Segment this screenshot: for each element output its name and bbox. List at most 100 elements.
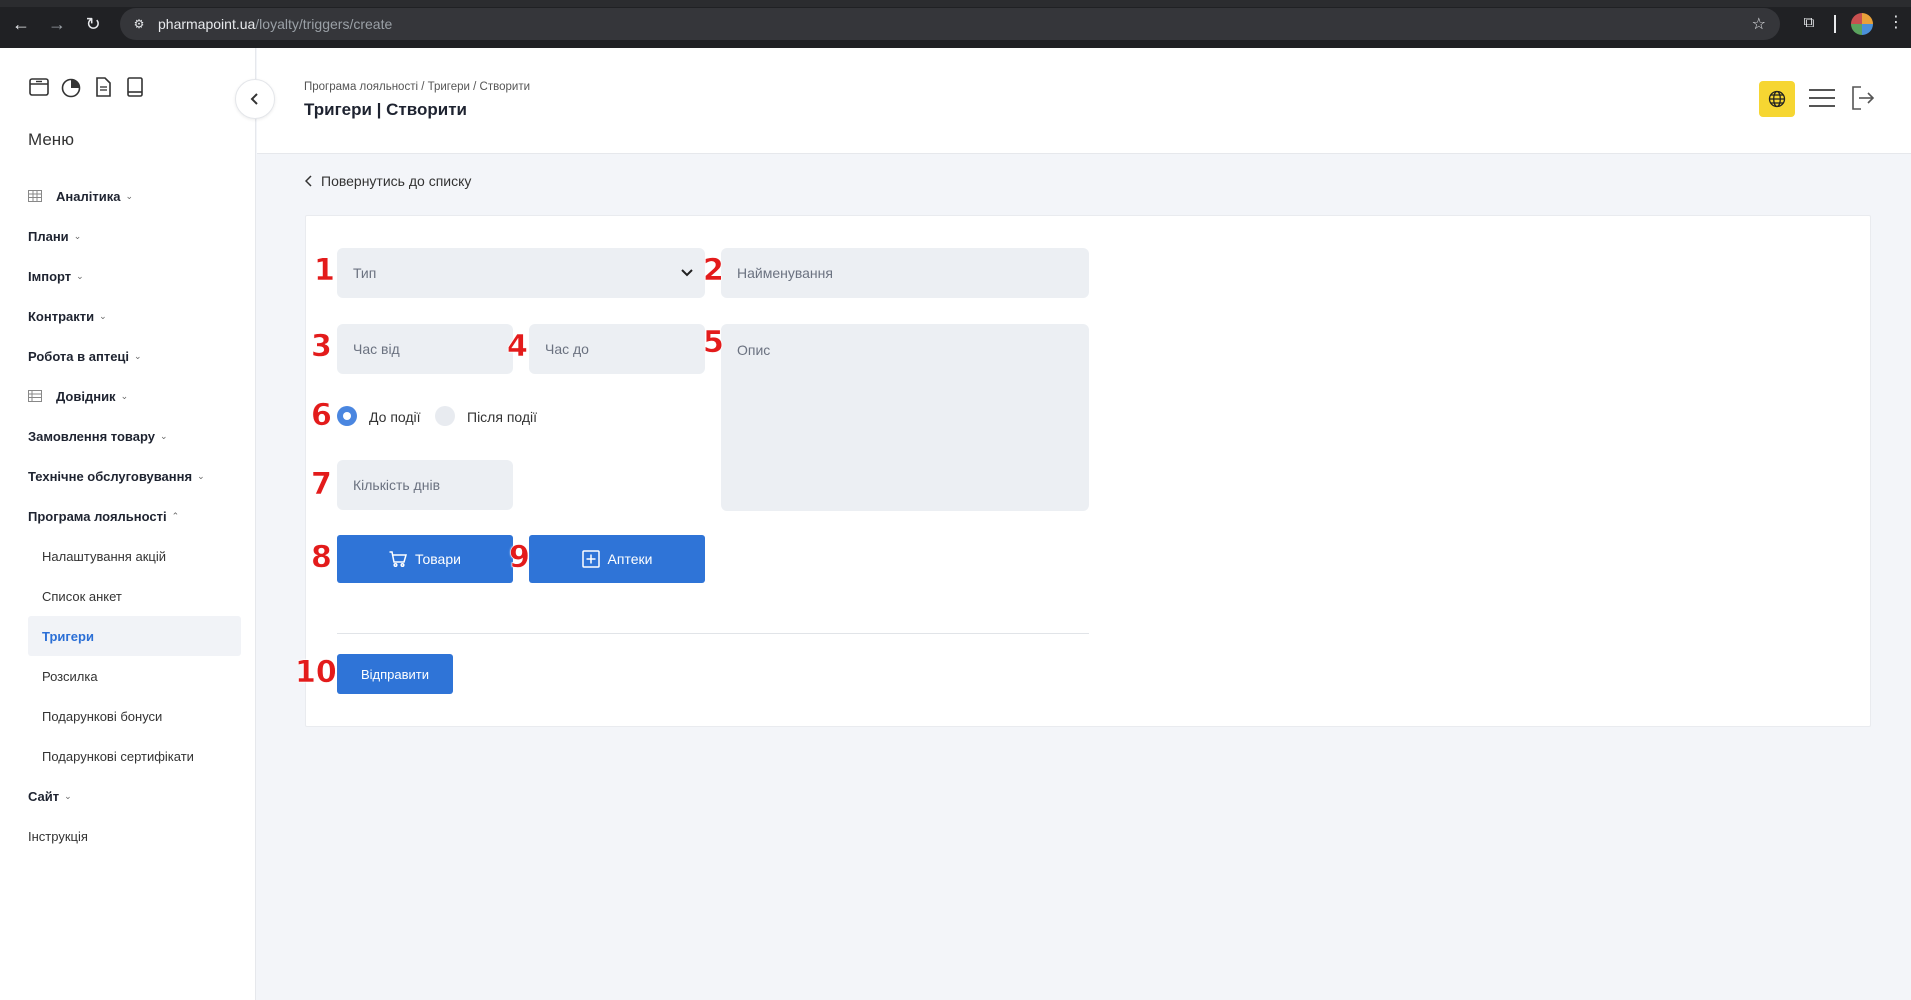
days-count-input[interactable]: Кількість днів — [337, 460, 513, 510]
chevron-down-icon: ⌄ — [160, 430, 168, 441]
url-path: /loyalty/triggers/create — [255, 16, 393, 32]
goods-button-label: Товари — [415, 551, 461, 567]
days-count-placeholder: Кількість днів — [353, 477, 441, 493]
annotation-2: 2 — [703, 253, 724, 288]
annotation-7: 7 — [311, 467, 332, 502]
sidebar-item-maintenance[interactable]: Технічне обслуговування ⌄ — [0, 456, 256, 496]
sidebar-item-analytics[interactable]: Аналітика ⌄ — [0, 176, 256, 216]
plus-square-icon — [581, 550, 600, 568]
annotation-8: 8 — [311, 540, 332, 575]
sidebar-collapse-button[interactable] — [235, 79, 275, 119]
list-icon — [28, 390, 42, 402]
sidebar-item-label: Програма лояльності — [28, 508, 167, 524]
sidebar-item-label: Контракти — [28, 308, 95, 324]
chevron-up-icon: ⌃ — [171, 510, 180, 521]
breadcrumb: Програма лояльності / Тригери / Створити — [304, 81, 531, 93]
goods-button[interactable]: Товари — [337, 535, 513, 583]
sidebar-nav: Аналітика ⌄ Плани ⌄ Імпорт ⌄ Контракти ⌄ Роб… — [0, 176, 256, 856]
sidebar-item-label: Плани — [28, 228, 69, 244]
annotation-6: 6 — [311, 398, 332, 433]
back-to-list-link[interactable]: Повернутись до списку — [305, 173, 471, 189]
tab-strip — [0, 0, 1911, 7]
site-info-icon[interactable]: ⚙ — [130, 15, 148, 33]
chevron-down-icon: ⌄ — [76, 270, 84, 281]
back-arrow-icon[interactable]: ← — [10, 13, 32, 35]
browser-menu-icon[interactable]: ⋮ — [1888, 12, 1904, 34]
pie-chart-icon[interactable] — [60, 76, 82, 98]
chevron-left-icon — [305, 175, 312, 187]
address-bar[interactable]: ⚙ pharmapoint.ua/loyalty/triggers/create… — [120, 8, 1780, 40]
annotation-9: 9 — [509, 540, 530, 575]
sidebar-item-loyalty[interactable]: Програма лояльності ⌃ — [0, 496, 256, 536]
sidebar-top-icons — [28, 76, 146, 98]
globe-icon — [1768, 90, 1786, 108]
sidebar-item-instruction[interactable]: Інструкція — [0, 816, 256, 856]
radio-before-label[interactable]: До події — [369, 409, 421, 425]
submit-button[interactable]: Відправити — [337, 654, 453, 694]
annotation-10: 10 — [295, 655, 337, 690]
menu-title: Меню — [28, 130, 74, 149]
time-from-input[interactable]: Час від — [337, 324, 513, 374]
form-divider — [337, 633, 1089, 634]
sidebar-item-label: Імпорт — [28, 268, 72, 284]
type-select[interactable]: Тип — [337, 248, 705, 298]
forward-arrow-icon[interactable]: → — [46, 13, 68, 35]
description-placeholder: Опис — [737, 342, 771, 358]
sidebar-subitem-mailing[interactable]: Розсилка — [0, 656, 256, 696]
document-icon[interactable] — [92, 76, 114, 98]
sidebar-subitem-surveys[interactable]: Список анкет — [0, 576, 256, 616]
time-to-input[interactable]: Час до — [529, 324, 705, 374]
name-input[interactable]: Найменування — [721, 248, 1089, 298]
radio-after-label[interactable]: Після події — [467, 409, 537, 425]
sidebar-item-label: Технічне обслуговування — [28, 468, 193, 484]
sidebar-item-import[interactable]: Імпорт ⌄ — [0, 256, 256, 296]
chevron-down-icon: ⌄ — [99, 310, 107, 321]
chevron-down-icon: ⌄ — [134, 350, 142, 361]
profile-avatar[interactable] — [1851, 13, 1873, 35]
sidebar-item-directory[interactable]: Довідник ⌄ — [0, 376, 256, 416]
sidebar-item-label: Аналітика — [56, 188, 121, 204]
time-from-placeholder: Час від — [353, 341, 400, 357]
sidebar-subitem-promotions[interactable]: Налаштування акцій — [0, 536, 256, 576]
time-to-placeholder: Час до — [545, 341, 589, 357]
radio-before-event[interactable] — [337, 406, 357, 426]
sidebar-item-orders[interactable]: Замовлення товару ⌄ — [0, 416, 256, 456]
reload-icon[interactable]: ↻ — [82, 13, 104, 35]
language-button[interactable] — [1759, 81, 1795, 117]
page-title: Тригери | Створити — [304, 100, 467, 119]
name-input-placeholder: Найменування — [737, 265, 833, 281]
chevron-down-icon — [681, 269, 693, 277]
table-grid-icon — [28, 190, 42, 202]
hamburger-menu-icon[interactable] — [1809, 88, 1835, 108]
page-header: Програма лояльності / Тригери / Створити… — [257, 48, 1911, 154]
logout-icon[interactable] — [1851, 85, 1875, 111]
chevron-down-icon: ⌄ — [64, 790, 72, 801]
sidebar-subitem-gift-certificates[interactable]: Подарункові сертифікати — [0, 736, 256, 776]
chevron-down-icon: ⌄ — [125, 190, 133, 201]
pharmacies-button-label: Аптеки — [607, 551, 653, 567]
toolbar-separator — [1834, 15, 1836, 33]
radio-after-event[interactable] — [435, 406, 455, 426]
annotation-3: 3 — [311, 329, 332, 364]
pharmacies-button[interactable]: Аптеки — [529, 535, 705, 583]
url-text[interactable]: pharmapoint.ua/loyalty/triggers/create — [158, 16, 392, 32]
book-icon[interactable] — [124, 76, 146, 98]
back-link-label: Повернутись до списку — [321, 173, 472, 189]
description-textarea[interactable]: Опис — [721, 324, 1089, 511]
archive-icon[interactable] — [28, 76, 50, 98]
sidebar-item-label: Довідник — [56, 388, 116, 404]
bookmark-star-icon[interactable]: ☆ — [1752, 14, 1766, 34]
sidebar-subitem-gift-bonuses[interactable]: Подарункові бонуси — [0, 696, 256, 736]
type-select-placeholder: Тип — [353, 265, 377, 281]
chevron-left-icon — [250, 93, 258, 105]
cart-icon — [389, 551, 408, 567]
sidebar-subitem-triggers[interactable]: Тригери — [28, 616, 241, 656]
extensions-icon[interactable]: ⧉ — [1798, 12, 1820, 34]
sidebar-item-label: Замовлення товару — [28, 428, 155, 444]
sidebar-item-plans[interactable]: Плани ⌄ — [0, 216, 256, 256]
chevron-down-icon: ⌄ — [73, 230, 82, 241]
sidebar-item-site[interactable]: Сайт ⌄ — [0, 776, 256, 816]
annotation-1: 1 — [314, 253, 335, 288]
sidebar-item-contracts[interactable]: Контракти ⌄ — [0, 296, 256, 336]
sidebar-item-pharmacy-work[interactable]: Робота в аптеці ⌄ — [0, 336, 256, 376]
